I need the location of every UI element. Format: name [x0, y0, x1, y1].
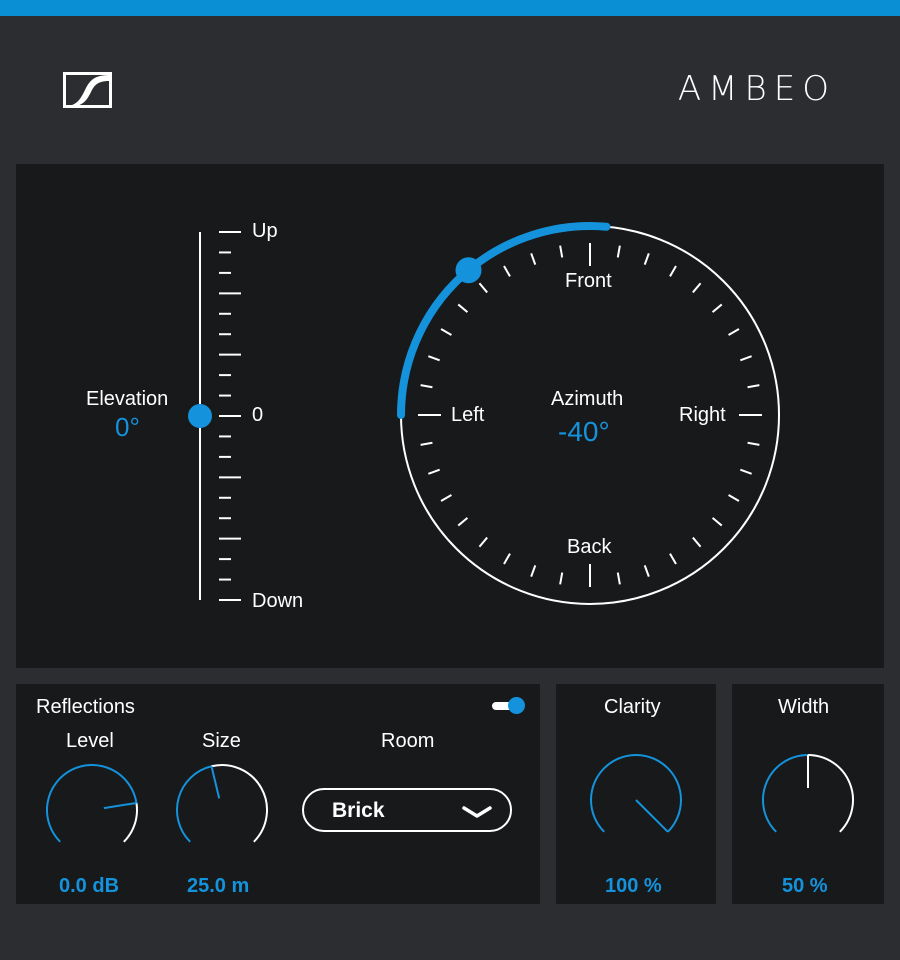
room-dropdown[interactable]: Brick — [302, 788, 512, 832]
azimuth-tick — [711, 303, 723, 313]
azimuth-front-label: Front — [565, 270, 612, 292]
sennheiser-logo-icon — [63, 72, 112, 108]
knob-rest-arc — [807, 754, 854, 833]
azimuth-tick — [747, 384, 760, 389]
azimuth-tick — [420, 441, 433, 446]
azimuth-tick — [747, 441, 760, 446]
azimuth-tick — [503, 265, 511, 277]
panner-panel: Elevation 0° Up 0 Down Front Back Left R… — [16, 164, 884, 668]
azimuth-tick — [616, 245, 621, 258]
azimuth-tick — [420, 384, 433, 389]
chevron-down-icon — [462, 806, 492, 818]
azimuth-right-label: Right — [679, 404, 726, 426]
azimuth-tick — [478, 282, 488, 294]
azimuth-tick — [457, 303, 469, 313]
reflections-panel: Reflections Level 0.0 dB Size 25.0 m Roo… — [16, 684, 540, 904]
azimuth-tick — [530, 253, 537, 265]
clarity-value: 100 % — [605, 875, 662, 897]
azimuth-tick — [669, 553, 677, 565]
brand-title: AMBEO — [677, 69, 836, 109]
azimuth-dial[interactable] — [16, 164, 884, 668]
azimuth-back-label: Back — [567, 536, 612, 558]
knob-value-arc — [762, 754, 809, 833]
azimuth-tick — [428, 355, 440, 362]
azimuth-tick — [692, 282, 702, 294]
width-panel: Width 50 % — [732, 684, 884, 904]
header: AMBEO — [0, 16, 900, 164]
azimuth-left-label: Left — [451, 404, 485, 426]
azimuth-tick — [457, 517, 469, 527]
azimuth-tick — [643, 253, 650, 265]
knob-pointer — [210, 766, 221, 799]
clarity-knob[interactable] — [556, 684, 716, 904]
azimuth-tick — [503, 553, 511, 565]
room-dropdown-value: Brick — [332, 799, 385, 822]
knob-value-arc — [590, 754, 682, 833]
azimuth-tick — [728, 494, 740, 502]
azimuth-tick — [616, 572, 621, 585]
top-accent-bar — [0, 0, 900, 16]
azimuth-tick — [740, 468, 752, 475]
azimuth-tick — [428, 468, 440, 475]
knob-value-arc — [176, 765, 212, 843]
width-value: 50 % — [782, 875, 828, 897]
azimuth-tick — [559, 572, 564, 585]
azimuth-tick — [728, 328, 740, 336]
azimuth-tick — [559, 245, 564, 258]
knob-rest-arc — [211, 764, 268, 843]
azimuth-value: -40° — [558, 416, 610, 447]
azimuth-tick — [711, 517, 723, 527]
azimuth-tick — [643, 565, 650, 577]
clarity-panel: Clarity 100 % — [556, 684, 716, 904]
azimuth-tick — [478, 536, 488, 548]
azimuth-tick — [740, 355, 752, 362]
room-label: Room — [381, 730, 435, 752]
knob-pointer — [635, 799, 669, 833]
azimuth-tick — [669, 265, 677, 277]
azimuth-handle — [455, 257, 482, 284]
azimuth-tick — [440, 494, 452, 502]
azimuth-label: Azimuth — [551, 388, 624, 410]
azimuth-tick — [692, 536, 702, 548]
azimuth-tick — [440, 328, 452, 336]
width-knob[interactable] — [732, 684, 884, 904]
size-value: 25.0 m — [187, 875, 250, 897]
azimuth-tick — [530, 565, 537, 577]
